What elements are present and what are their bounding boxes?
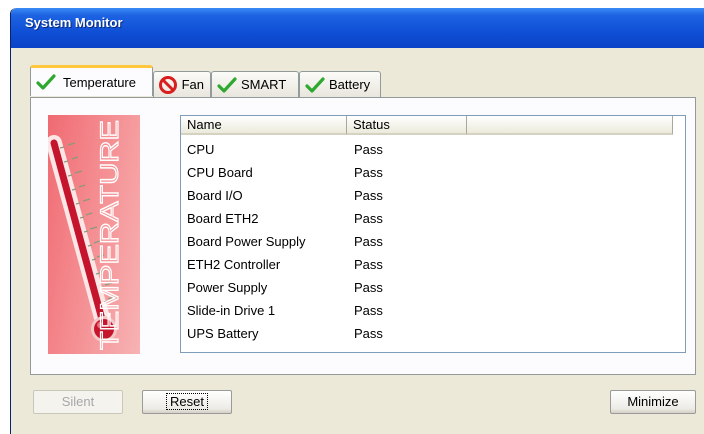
check-icon: [216, 74, 238, 96]
tab-label: Temperature: [63, 74, 136, 90]
system-monitor-window: System Monitor Temperature Fan SMART Bat…: [10, 8, 704, 434]
column-header-name[interactable]: Name: [181, 116, 347, 135]
tab-battery[interactable]: Battery: [299, 71, 381, 97]
row-name: Board I/O: [187, 188, 243, 203]
window-title: System Monitor: [25, 15, 123, 30]
banner-text: TEMPERATURE: [96, 120, 124, 350]
row-status: Pass: [354, 280, 383, 295]
row-status: Pass: [354, 303, 383, 318]
title-bar[interactable]: System Monitor: [11, 8, 704, 48]
row-name: Power Supply: [187, 280, 268, 295]
reset-button-label: Reset: [166, 393, 208, 410]
table-row[interactable]: Board ETH2 Pass: [181, 207, 685, 230]
row-status: Pass: [354, 234, 383, 249]
check-icon: [304, 74, 326, 96]
silent-button-label: Silent: [61, 394, 95, 409]
row-name: Slide-in Drive 1: [187, 303, 276, 318]
tab-fan[interactable]: Fan: [153, 71, 211, 97]
table-row[interactable]: Slide-in Drive 1 Pass: [181, 299, 685, 322]
column-header-empty[interactable]: [467, 116, 673, 135]
row-name: UPS Battery: [187, 326, 259, 341]
row-name: CPU Board: [187, 165, 253, 180]
table-row[interactable]: Board I/O Pass: [181, 184, 685, 207]
row-name: ETH2 Controller: [187, 257, 281, 272]
row-status: Pass: [354, 142, 383, 157]
table-header: Name Status: [181, 116, 685, 135]
table-row[interactable]: ETH2 Controller Pass: [181, 253, 685, 276]
status-table: Name Status CPU Pass CPU Board Pass Boar…: [180, 115, 686, 353]
no-entry-icon: [158, 74, 179, 96]
row-name: CPU: [187, 142, 215, 157]
table-row[interactable]: CPU Pass: [181, 138, 685, 161]
reset-button[interactable]: Reset: [142, 390, 232, 414]
thermometer-icon: TEMPERATURE: [48, 119, 125, 351]
row-name: Board Power Supply: [187, 234, 306, 249]
table-row[interactable]: Board Power Supply Pass: [181, 230, 685, 253]
tab-smart[interactable]: SMART: [211, 71, 299, 97]
row-status: Pass: [354, 326, 383, 341]
temperature-banner: TEMPERATURE: [48, 115, 140, 354]
tab-label: SMART: [241, 77, 287, 92]
row-name: Board ETH2: [187, 211, 259, 226]
table-row[interactable]: CPU Board Pass: [181, 161, 685, 184]
minimize-button-label: Minimize: [627, 394, 679, 409]
tab-label: Battery: [329, 77, 371, 92]
tab-temperature[interactable]: Temperature: [30, 65, 153, 96]
tab-label: Fan: [181, 77, 204, 92]
column-header-status[interactable]: Status: [347, 116, 467, 135]
row-status: Pass: [354, 165, 383, 180]
row-status: Pass: [354, 257, 383, 272]
table-row[interactable]: UPS Battery Pass: [181, 322, 685, 345]
row-status: Pass: [354, 211, 383, 226]
check-icon: [35, 71, 57, 93]
table-row[interactable]: Power Supply Pass: [181, 276, 685, 299]
minimize-button[interactable]: Minimize: [610, 390, 696, 414]
row-status: Pass: [354, 188, 383, 203]
silent-button[interactable]: Silent: [33, 390, 123, 414]
